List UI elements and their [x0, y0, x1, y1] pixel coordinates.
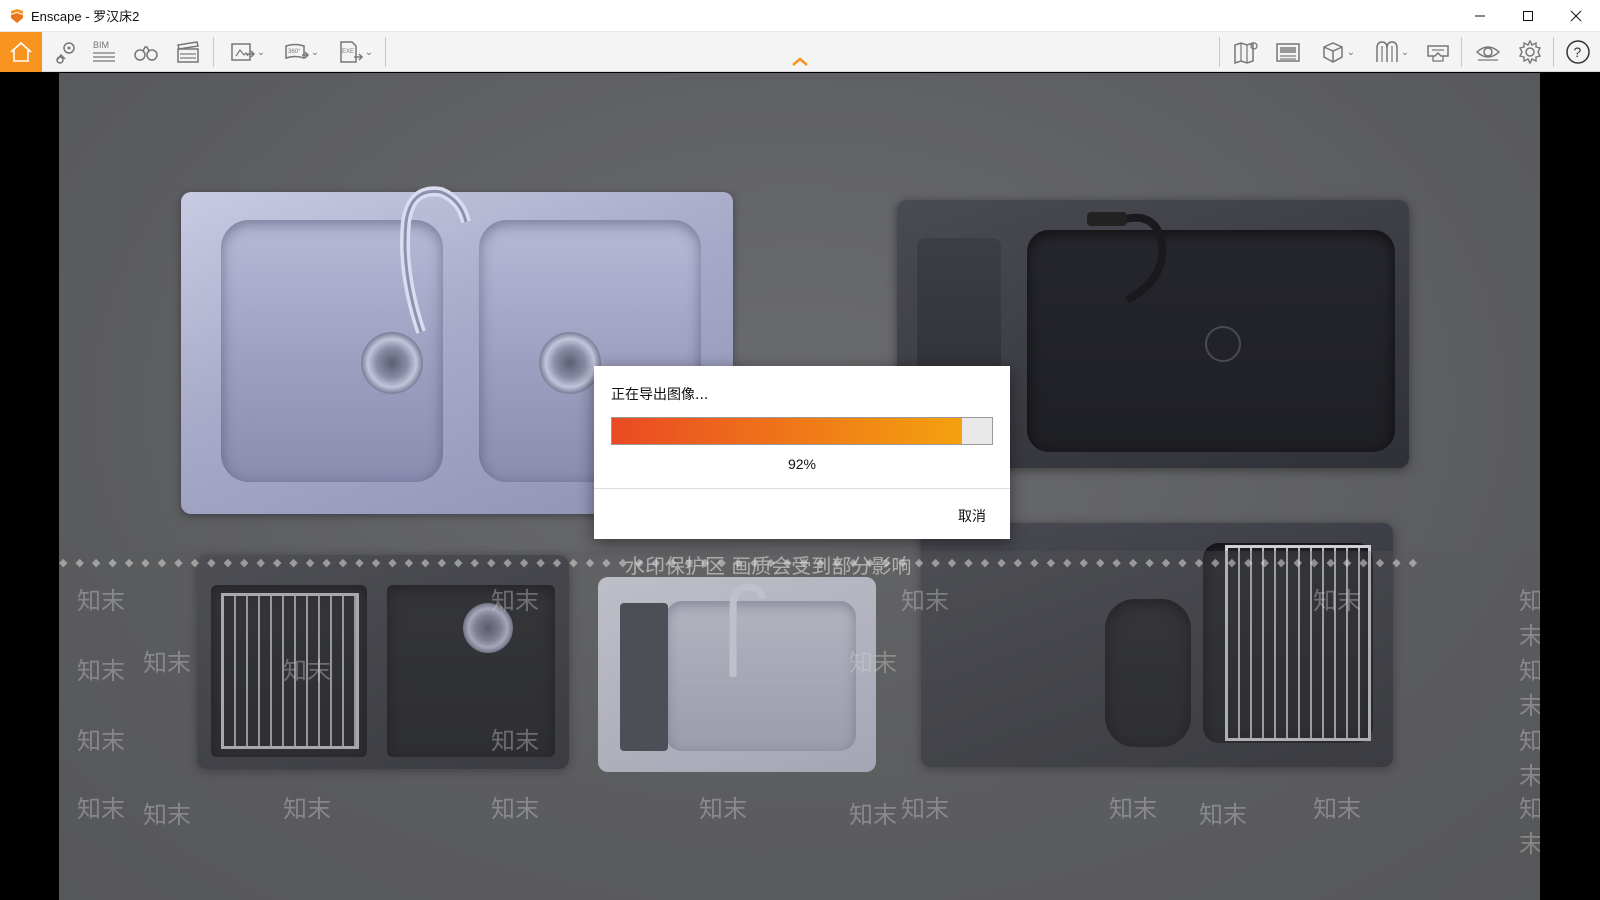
vr-headset-icon — [1427, 45, 1449, 62]
map-icon — [1234, 41, 1258, 65]
svg-text:?: ? — [1574, 44, 1582, 60]
toolbar-separator — [1461, 37, 1462, 67]
chevron-down-icon[interactable]: ⌄ — [365, 47, 373, 58]
faucet — [400, 186, 471, 334]
exe-export-icon: EXE — [340, 41, 363, 63]
watermark-text: 知末 — [77, 727, 125, 755]
chevron-down-icon[interactable]: ⌄ — [311, 47, 319, 58]
watermark-text: 知末 — [1519, 657, 1540, 720]
export-progress-dialog: 正在导出图像... 92% 取消 — [594, 366, 1010, 539]
watermark-text: 知末 — [77, 587, 125, 615]
binoculars-button[interactable] — [128, 32, 164, 72]
close-icon — [1570, 10, 1582, 22]
object-button[interactable]: ⌄ — [1312, 32, 1362, 72]
window-title: Enscape - 罗汉床2 — [31, 9, 140, 24]
maximize-button[interactable] — [1504, 0, 1552, 32]
svg-text:EXE: EXE — [342, 49, 354, 55]
toolbar-separator — [385, 37, 386, 67]
watermark-text: 知末 — [283, 795, 331, 823]
home-button[interactable] — [0, 32, 42, 72]
help-icon: ? — [1566, 40, 1590, 64]
help-button[interactable]: ? — [1560, 32, 1596, 72]
watermark-text: 知末 — [77, 657, 125, 685]
enscape-logo-icon — [11, 8, 23, 23]
watermark-text: 知末 — [849, 801, 897, 829]
watermark-text: 知末 — [1109, 795, 1157, 823]
video-editor-button[interactable] — [170, 32, 206, 72]
window-controls — [1456, 0, 1600, 32]
watermark-text: 知末 — [1519, 727, 1540, 790]
maximize-icon — [1523, 11, 1533, 21]
watermark-text: 知末 — [1519, 587, 1540, 650]
close-button[interactable] — [1552, 0, 1600, 32]
toolbar-separator — [1219, 37, 1220, 67]
watermark-text: 知末 — [1199, 801, 1247, 829]
watermark-text: 知末 — [901, 795, 949, 823]
exe-export-button[interactable]: EXE ⌄ — [330, 32, 380, 72]
chevron-down-icon[interactable]: ⌄ — [1401, 47, 1409, 58]
watermark-text: 知末 — [901, 587, 949, 615]
progress-bar-fill — [612, 418, 962, 444]
bim-icon: BIM — [93, 40, 115, 62]
bim-button[interactable]: BIM — [86, 32, 122, 72]
dialog-divider — [594, 488, 1010, 489]
toolbar-separator — [213, 37, 214, 67]
collapse-toolbar-icon[interactable] — [790, 54, 810, 68]
watermark-text: 知末 — [1313, 795, 1361, 823]
panorama-button[interactable]: 360° ⌄ — [276, 32, 326, 72]
screenshot-button[interactable]: ⌄ — [222, 32, 272, 72]
binoculars-icon — [134, 46, 158, 61]
watermark-text: 知末 — [143, 801, 191, 829]
screenshot-export-icon — [231, 43, 255, 61]
settings-button[interactable] — [1512, 32, 1548, 72]
svg-text:BIM: BIM — [93, 40, 109, 50]
asset-library-icon — [1276, 43, 1300, 62]
cube-icon — [1323, 42, 1343, 63]
material-button[interactable]: ⌄ — [1366, 32, 1416, 72]
progress-percent-label: 92% — [787, 456, 817, 472]
chevron-down-icon[interactable]: ⌄ — [257, 47, 265, 58]
vr-button[interactable] — [1420, 32, 1456, 72]
minimize-button[interactable] — [1456, 0, 1504, 32]
cancel-button[interactable]: 取消 — [958, 506, 986, 526]
faucet — [1087, 212, 1167, 304]
watermark-text: 知末 — [1519, 795, 1540, 858]
title-bar: Enscape - 罗汉床2 — [0, 0, 1600, 32]
material-icon — [1376, 41, 1398, 62]
watermark-text: 知末 — [143, 649, 191, 677]
watermark-text: 知末 — [491, 727, 539, 755]
home-icon — [10, 41, 32, 62]
views-button[interactable] — [48, 32, 84, 72]
chevron-down-icon[interactable]: ⌄ — [1347, 47, 1355, 58]
location-pin-icon — [56, 42, 75, 64]
toolbar-separator — [1553, 37, 1554, 67]
export-progress-bar — [611, 417, 993, 445]
sink-drain — [1205, 326, 1241, 362]
settings-gear-icon — [1518, 39, 1542, 65]
minimize-icon — [1475, 15, 1485, 17]
eye-icon — [1475, 46, 1501, 61]
watermark-text: 知末 — [77, 795, 125, 823]
panorama-360-icon: 360° — [285, 43, 309, 60]
watermark-text: 知末 — [1313, 587, 1361, 615]
sink-drain — [539, 332, 601, 394]
watermark-text: 知末 — [283, 657, 331, 685]
watermark-text: 知末 — [491, 795, 539, 823]
watermark-text: 知末 — [849, 649, 897, 677]
clapperboard-icon — [177, 41, 199, 63]
asset-library-button[interactable] — [1270, 32, 1306, 72]
watermark-text: 知末 — [491, 587, 539, 615]
watermark-banner: 水印保护区 画质会受到部分影响 — [625, 554, 912, 578]
dialog-title: 正在导出图像... — [611, 387, 709, 403]
svg-text:360°: 360° — [288, 49, 301, 55]
watermark-text: 知末 — [699, 795, 747, 823]
map-button[interactable] — [1228, 32, 1264, 72]
visual-settings-button[interactable] — [1470, 32, 1506, 72]
